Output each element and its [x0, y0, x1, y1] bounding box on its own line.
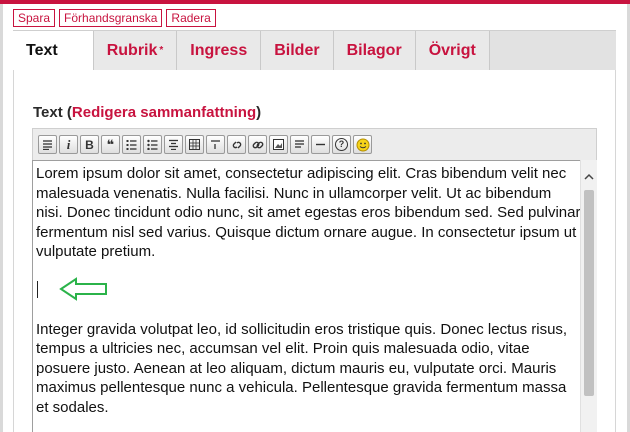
- text-field-label: Text (Redigera sammanfattning): [33, 104, 261, 121]
- rich-text-editor[interactable]: Lorem ipsum dolor sit amet, consectetur …: [32, 160, 597, 432]
- help-icon[interactable]: ?: [332, 135, 351, 154]
- editor-scrollbar[interactable]: [580, 160, 597, 432]
- scroll-up-arrow-icon[interactable]: [581, 168, 597, 184]
- tab-rubrik[interactable]: Rubrik *: [93, 31, 178, 70]
- editor-content[interactable]: Lorem ipsum dolor sit amet, consectetur …: [36, 164, 581, 417]
- edit-summary-link[interactable]: Redigera sammanfattning: [72, 104, 256, 121]
- tab-bilder[interactable]: Bilder: [261, 31, 334, 70]
- page-edge-left: [0, 4, 3, 432]
- field-paren-close: ): [256, 104, 262, 121]
- editor-paragraph-1: Lorem ipsum dolor sit amet, consectetur …: [36, 165, 581, 260]
- field-label-text: Text: [33, 104, 63, 121]
- align-center-icon[interactable]: [164, 135, 183, 154]
- horizontal-rule-icon[interactable]: [311, 135, 330, 154]
- tab-ovrigt[interactable]: Övrigt: [415, 31, 490, 70]
- bold-glyph: B: [85, 137, 94, 152]
- tab-label: Bilagor: [346, 41, 402, 59]
- tab-label: Ingress: [190, 41, 248, 59]
- save-button[interactable]: Spara: [13, 9, 56, 27]
- tab-label: Text: [26, 41, 58, 59]
- ordered-list-icon[interactable]: [122, 135, 141, 154]
- bold-icon[interactable]: B: [80, 135, 99, 154]
- delete-button[interactable]: Radera: [166, 9, 216, 27]
- table-icon[interactable]: [185, 135, 204, 154]
- field-paren-open: (: [62, 104, 72, 121]
- text-cursor: [37, 281, 38, 298]
- tab-bar: Text Rubrik * Ingress Bilder Bilagor Övri…: [13, 30, 616, 70]
- format-paragraph-icon[interactable]: [38, 135, 57, 154]
- top-accent-bar: [0, 0, 630, 4]
- insert-element-icon[interactable]: [206, 135, 225, 154]
- align-justify-icon[interactable]: [290, 135, 309, 154]
- blockquote-glyph: ❝: [106, 137, 115, 152]
- scrollbar-thumb[interactable]: [584, 190, 594, 396]
- editor-paragraph-2: Integer gravida volutpat leo, id sollici…: [36, 320, 568, 416]
- tab-ingress[interactable]: Ingress: [177, 31, 262, 70]
- tab-bilagor[interactable]: Bilagor: [333, 31, 416, 70]
- image-icon[interactable]: [269, 135, 288, 154]
- emoticon-icon[interactable]: [353, 135, 372, 154]
- tab-label: Rubrik: [106, 41, 158, 59]
- italic-glyph: i: [66, 137, 71, 152]
- editor-toolbar: i B ❝ ?: [32, 128, 597, 160]
- action-bar: Spara Förhandsgranska Radera: [13, 9, 216, 27]
- italic-icon[interactable]: i: [59, 135, 78, 154]
- tab-label: Bilder: [274, 41, 320, 59]
- link-icon[interactable]: [248, 135, 267, 154]
- annotation-arrow-icon: [59, 277, 107, 301]
- preview-button[interactable]: Förhandsgranska: [59, 9, 163, 27]
- unlink-icon[interactable]: [227, 135, 246, 154]
- required-mark: *: [159, 45, 164, 56]
- tab-label: Övrigt: [428, 41, 476, 59]
- help-glyph: ?: [335, 138, 348, 151]
- tab-text[interactable]: Text: [13, 31, 94, 70]
- blockquote-icon[interactable]: ❝: [101, 135, 120, 154]
- unordered-list-icon[interactable]: [143, 135, 162, 154]
